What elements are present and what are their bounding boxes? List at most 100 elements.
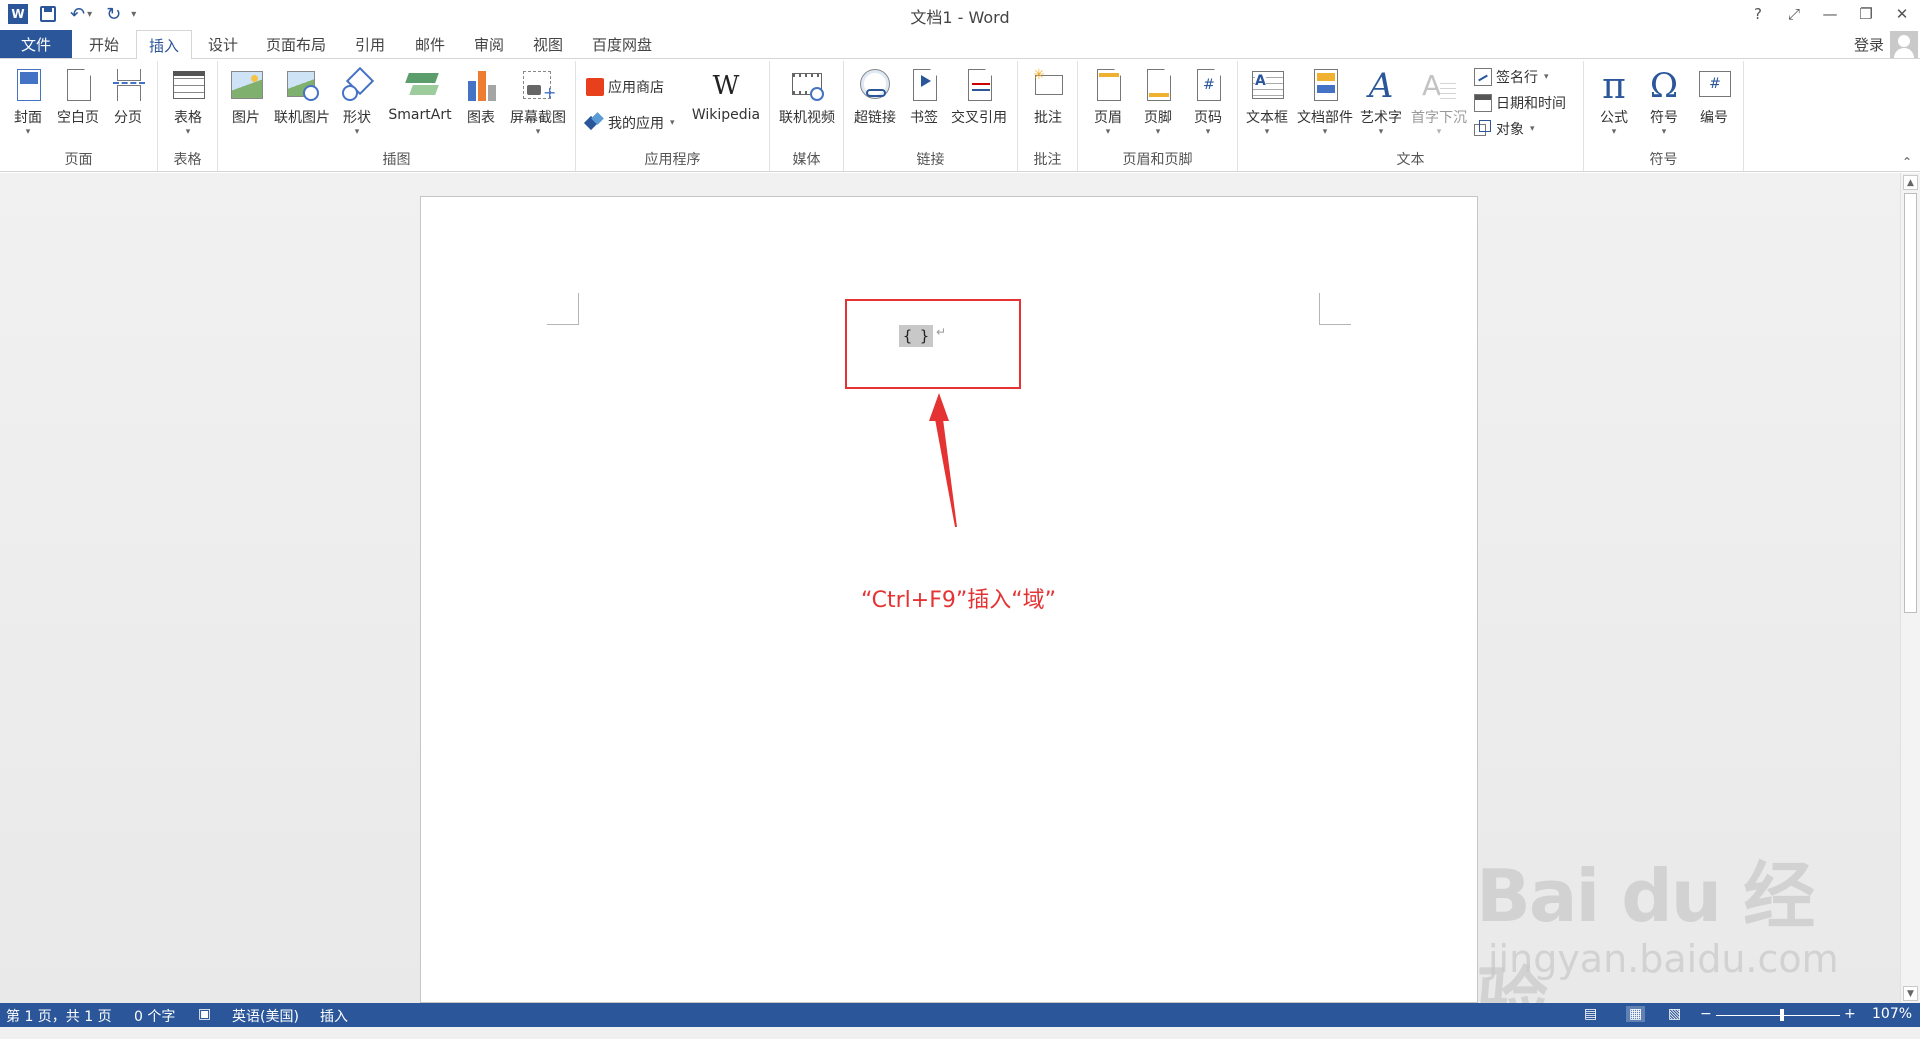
textbox-button[interactable]: A 文本框 ▾ <box>1242 65 1292 139</box>
tab-insert[interactable]: 插入 <box>136 30 192 59</box>
signature-line-button[interactable]: 签名行 ▾ <box>1474 65 1549 89</box>
hyperlink-label: 超链接 <box>854 110 896 126</box>
shapes-button[interactable]: 形状 ▾ <box>336 65 378 139</box>
taskbar-strip <box>0 1027 1920 1039</box>
zoom-in-icon[interactable]: + <box>1844 1006 1856 1022</box>
chevron-down-icon: ▾ <box>185 127 191 137</box>
print-layout-icon[interactable]: ▦ <box>1626 1006 1646 1022</box>
ribbon-display-options-icon[interactable]: ⤢ <box>1776 0 1812 28</box>
proofing-icon[interactable]: ▣ <box>198 1006 211 1022</box>
group-media: 联机视频 媒体 <box>770 61 844 171</box>
zoom-out-icon[interactable]: − <box>1700 1006 1712 1022</box>
cross-reference-button[interactable]: 交叉引用 <box>946 65 1012 139</box>
equation-button[interactable]: π 公式 ▾ <box>1592 65 1636 139</box>
cross-reference-icon <box>962 67 996 105</box>
tab-review[interactable]: 审阅 <box>463 30 515 58</box>
tab-baidu-netdisk[interactable]: 百度网盘 <box>582 30 662 58</box>
group-tables-label: 表格 <box>173 152 202 168</box>
crop-mark-top-right <box>1319 293 1351 325</box>
tab-mailings[interactable]: 邮件 <box>404 30 456 58</box>
textbox-label: 文本框 <box>1246 110 1288 126</box>
page-break-label: 分页 <box>114 110 142 126</box>
bookmark-button[interactable]: 书签 <box>904 65 944 139</box>
collapse-ribbon-icon[interactable]: ⌃ <box>1902 155 1912 169</box>
page-count-status[interactable]: 第 1 页，共 1 页 <box>6 1006 112 1026</box>
page-break-button[interactable]: 分页 <box>106 65 150 139</box>
zoom-slider[interactable] <box>1716 1009 1840 1021</box>
online-video-button[interactable]: 联机视频 <box>774 65 840 139</box>
dropcap-icon: A <box>1422 67 1456 105</box>
group-text-label: 文本 <box>1396 152 1425 168</box>
tab-references[interactable]: 引用 <box>344 30 396 58</box>
tab-home[interactable]: 开始 <box>78 30 130 58</box>
help-icon[interactable]: ? <box>1740 0 1776 28</box>
chevron-down-icon: ▾ <box>1544 72 1549 82</box>
document-page[interactable]: { } ↵ “Ctrl+F9”插入“域” <box>420 196 1478 1003</box>
tab-layout[interactable]: 页面布局 <box>256 30 336 58</box>
header-label: 页眉 <box>1094 110 1122 126</box>
tab-file[interactable]: 文件 <box>0 30 72 58</box>
minimize-icon[interactable]: — <box>1812 0 1848 28</box>
insert-mode-status[interactable]: 插入 <box>320 1006 348 1026</box>
annotation-arrow-shaft <box>935 419 957 527</box>
object-icon <box>1474 120 1492 138</box>
dropcap-button[interactable]: A 首字下沉 ▾ <box>1408 65 1470 139</box>
signature-line-label: 签名行 <box>1496 70 1538 86</box>
cover-page-button[interactable]: 封面 ▾ <box>8 65 48 139</box>
quick-parts-button[interactable]: 文档部件 ▾ <box>1294 65 1356 139</box>
pi-icon: π <box>1602 65 1626 107</box>
blank-page-button[interactable]: 空白页 <box>52 65 104 139</box>
date-time-button[interactable]: 日期和时间 <box>1474 91 1566 115</box>
table-button[interactable]: 表格 ▾ <box>166 65 210 139</box>
scroll-thumb[interactable] <box>1904 193 1917 613</box>
vertical-scrollbar[interactable]: ▲ ▼ <box>1900 173 1920 1003</box>
scroll-down-icon[interactable]: ▼ <box>1903 986 1918 1001</box>
user-avatar-icon[interactable] <box>1890 31 1918 59</box>
hyperlink-button[interactable]: 超链接 <box>848 65 902 139</box>
language-status[interactable]: 英语(美国) <box>232 1006 299 1026</box>
footer-icon <box>1141 67 1175 105</box>
cover-page-label: 封面 <box>14 110 42 126</box>
symbol-button[interactable]: Ω 符号 ▾ <box>1642 65 1686 139</box>
shapes-icon <box>340 66 375 105</box>
status-bar: 第 1 页，共 1 页 0 个字 ▣ 英语(美国) 插入 ▤ ▦ ▧ − + 1… <box>0 1003 1920 1027</box>
zoom-level[interactable]: 107% <box>1872 1006 1912 1022</box>
comment-label: 批注 <box>1034 110 1062 126</box>
screenshot-icon: + <box>521 67 556 105</box>
my-apps-button[interactable]: 我的应用 ▾ <box>583 111 675 135</box>
page-number-label: 页码 <box>1194 110 1222 126</box>
picture-button[interactable]: 图片 <box>226 65 266 139</box>
sign-in-link[interactable]: 登录 <box>1854 34 1884 55</box>
word-count-status[interactable]: 0 个字 <box>134 1006 175 1026</box>
group-illustrations: 图片 联机图片 形状 ▾ SmartArt 图表 + 屏幕截图 ▾ 插图 <box>218 61 576 171</box>
scroll-up-icon[interactable]: ▲ <box>1903 175 1918 190</box>
tab-view[interactable]: 视图 <box>522 30 574 58</box>
chevron-down-icon: ▾ <box>1611 127 1617 137</box>
document-area[interactable]: { } ↵ “Ctrl+F9”插入“域” Bai du 经验 jingyan.b… <box>0 173 1900 1039</box>
app-store-button[interactable]: 应用商店 <box>586 75 664 99</box>
web-layout-icon[interactable]: ▧ <box>1668 1006 1681 1022</box>
chevron-down-icon: ▾ <box>354 127 360 137</box>
zoom-slider-thumb[interactable] <box>1780 1009 1784 1021</box>
chart-button[interactable]: 图表 <box>460 65 502 139</box>
footer-label: 页脚 <box>1144 110 1172 126</box>
wordart-button[interactable]: A 艺术字 ▾ <box>1356 65 1406 139</box>
wikipedia-label: Wikipedia <box>691 107 761 123</box>
comment-icon: ✳ <box>1031 67 1065 105</box>
watermark-url-text: jingyan.baidu.com <box>1488 937 1839 981</box>
header-button[interactable]: 页眉 ▾ <box>1086 65 1130 139</box>
comment-button[interactable]: ✳ 批注 <box>1026 65 1070 139</box>
wikipedia-button[interactable]: W Wikipedia <box>688 65 764 139</box>
object-button[interactable]: 对象 ▾ <box>1474 117 1535 141</box>
page-number-button[interactable]: # 页码 ▾ <box>1186 65 1230 139</box>
smartart-button[interactable]: SmartArt <box>382 65 458 139</box>
screenshot-button[interactable]: + 屏幕截图 ▾ <box>506 65 570 139</box>
restore-icon[interactable]: ❐ <box>1848 0 1884 28</box>
numbering-button[interactable]: # 编号 <box>1692 65 1736 139</box>
footer-button[interactable]: 页脚 ▾ <box>1136 65 1180 139</box>
online-picture-button[interactable]: 联机图片 <box>270 65 334 139</box>
close-icon[interactable]: ✕ <box>1884 0 1920 28</box>
tab-design[interactable]: 设计 <box>198 30 248 58</box>
read-mode-icon[interactable]: ▤ <box>1584 1006 1597 1022</box>
field-code[interactable]: { } <box>899 325 933 347</box>
